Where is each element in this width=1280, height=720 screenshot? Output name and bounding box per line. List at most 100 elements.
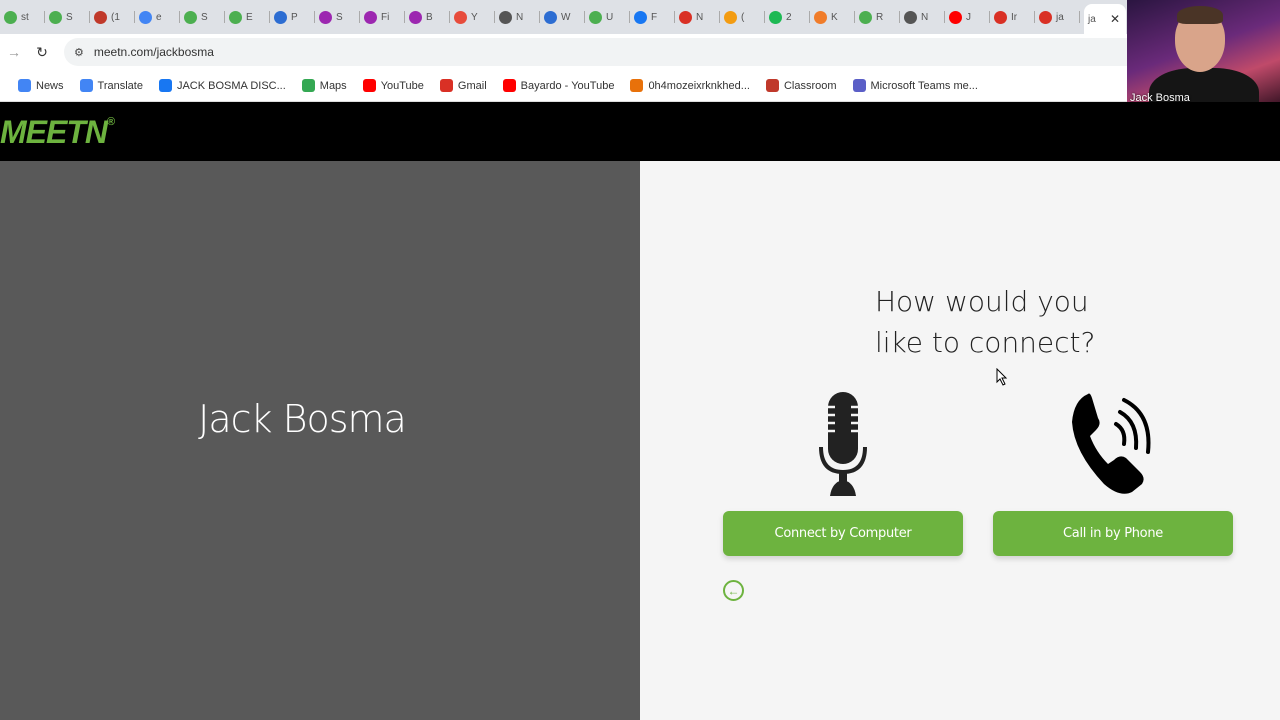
- tab-favicon-icon: [49, 10, 62, 24]
- active-browser-tab[interactable]: ja ✕: [1084, 4, 1126, 34]
- bookmark-item[interactable]: Classroom: [765, 79, 837, 92]
- browser-tab[interactable]: N: [900, 0, 945, 34]
- tab-title: Ir: [1011, 11, 1018, 23]
- browser-tab[interactable]: B: [405, 0, 450, 34]
- browser-tab[interactable]: (: [720, 0, 765, 34]
- browser-tab[interactable]: S: [315, 0, 360, 34]
- bookmark-item[interactable]: News: [18, 79, 64, 92]
- browser-tab[interactable]: e: [135, 0, 180, 34]
- bookmark-item[interactable]: Gmail: [439, 79, 487, 92]
- tab-favicon-icon: [4, 10, 17, 24]
- bookmark-label: 0h4mozeixrknkhed...: [648, 79, 750, 92]
- browser-tab[interactable]: S: [45, 0, 90, 34]
- bookmarks-bar: News Translate JACK BOSMA DISC... Maps YouTu…: [0, 70, 1127, 102]
- bookmark-favicon-icon: [158, 79, 172, 92]
- arrow-left-circle-icon[interactable]: ←: [723, 580, 744, 601]
- bookmark-item[interactable]: Translate: [79, 79, 143, 92]
- tab-title: ja: [1088, 13, 1096, 25]
- bookmark-item[interactable]: Microsoft Teams me...: [852, 79, 978, 92]
- tab-title: st: [21, 11, 29, 23]
- browser-tab[interactable]: Ir: [990, 0, 1035, 34]
- bookmark-label: News: [36, 79, 64, 92]
- tab-title: N: [516, 11, 524, 23]
- url-input[interactable]: ⚙ meetn.com/jackbosma: [64, 38, 1127, 66]
- tab-favicon-icon: [994, 10, 1007, 24]
- browser-tab[interactable]: S: [180, 0, 225, 34]
- tab-title: S: [66, 11, 73, 23]
- browser-tab[interactable]: K: [810, 0, 855, 34]
- meetn-logo[interactable]: MEETN®: [0, 114, 115, 151]
- tab-title: K: [831, 11, 838, 23]
- tab-title: U: [606, 11, 614, 23]
- tab-title: 2: [786, 11, 792, 23]
- browser-tab[interactable]: st: [0, 0, 45, 34]
- tab-favicon-icon: [769, 10, 782, 24]
- tab-favicon-icon: [634, 10, 647, 24]
- close-tab-icon[interactable]: ✕: [1110, 12, 1120, 26]
- tab-title: (: [741, 11, 745, 23]
- tab-title: N: [921, 11, 929, 23]
- bookmark-label: Bayardo - YouTube: [520, 79, 615, 92]
- call-in-by-phone-button[interactable]: Call in by Phone: [993, 511, 1233, 556]
- tab-favicon-icon: [319, 10, 332, 24]
- option-computer: Connect by Computer: [723, 391, 963, 556]
- browser-tab[interactable]: F: [630, 0, 675, 34]
- browser-tab[interactable]: Y: [450, 0, 495, 34]
- browser-tab[interactable]: J: [945, 0, 990, 34]
- browser-tab[interactable]: ja: [1035, 0, 1080, 34]
- bookmark-item[interactable]: JACK BOSMA DISC...: [158, 79, 286, 92]
- webcam-overlay: Jack Bosma: [1127, 0, 1280, 108]
- connect-by-computer-button[interactable]: Connect by Computer: [723, 511, 963, 556]
- bookmark-favicon-icon: [765, 79, 779, 92]
- bookmark-favicon-icon: [630, 79, 644, 92]
- browser-tab[interactable]: N: [675, 0, 720, 34]
- bookmark-item[interactable]: YouTube: [362, 79, 424, 92]
- reload-button[interactable]: ↻: [28, 44, 56, 61]
- tab-title: S: [201, 11, 208, 23]
- tab-title: N: [696, 11, 704, 23]
- browser-tab[interactable]: E: [225, 0, 270, 34]
- option-phone: Call in by Phone: [993, 391, 1233, 556]
- tab-title: F: [651, 11, 658, 23]
- tab-title: P: [291, 11, 298, 23]
- tab-favicon-icon: [454, 10, 467, 24]
- bookmark-item[interactable]: Bayardo - YouTube: [502, 79, 615, 92]
- address-bar-row: → ↻ ⚙ meetn.com/jackbosma: [0, 34, 1127, 70]
- host-panel: Jack Bosma: [0, 161, 640, 720]
- browser-tab[interactable]: (1: [90, 0, 135, 34]
- phone-icon: [993, 391, 1233, 496]
- browser-tab[interactable]: Fi: [360, 0, 405, 34]
- bookmark-favicon-icon: [18, 79, 31, 92]
- bookmark-item[interactable]: Maps: [301, 79, 347, 92]
- mouse-cursor-icon: [996, 368, 1008, 386]
- site-settings-icon[interactable]: ⚙: [74, 46, 84, 59]
- logo-text: MEETN: [0, 114, 108, 150]
- tab-favicon-icon: [274, 10, 287, 24]
- bookmark-label: Microsoft Teams me...: [870, 79, 978, 92]
- browser-tab[interactable]: W: [540, 0, 585, 34]
- browser-tab[interactable]: 2: [765, 0, 810, 34]
- bookmark-label: Translate: [97, 79, 143, 92]
- tab-title: J: [966, 11, 971, 23]
- tab-title: W: [561, 11, 571, 23]
- app-header: MEETN®: [0, 102, 1280, 161]
- tab-favicon-icon: [184, 10, 197, 24]
- bookmark-item[interactable]: 0h4mozeixrknkhed...: [630, 79, 750, 92]
- browser-tab[interactable]: N: [495, 0, 540, 34]
- person-hair: [1177, 6, 1223, 24]
- tab-favicon-icon: [409, 10, 422, 24]
- bookmark-favicon-icon: [439, 79, 453, 92]
- microphone-icon: [723, 391, 963, 496]
- browser-tab[interactable]: U: [585, 0, 630, 34]
- tab-favicon-icon: [94, 10, 107, 24]
- browser-tab[interactable]: P: [270, 0, 315, 34]
- tab-title: Y: [471, 11, 478, 23]
- tab-favicon-icon: [589, 10, 602, 24]
- bookmark-label: Maps: [319, 79, 347, 92]
- browser-chrome: st S (1 e S E P S Fi B Y N W U F N (2 K R N J Ir ja ja ✕ → ↻ ⚙ m…: [0, 0, 1127, 102]
- question-line-1: How would you: [875, 285, 1089, 318]
- tab-favicon-icon: [724, 10, 737, 24]
- forward-button[interactable]: →: [0, 44, 28, 60]
- browser-tab[interactable]: R: [855, 0, 900, 34]
- bookmark-favicon-icon: [79, 79, 93, 92]
